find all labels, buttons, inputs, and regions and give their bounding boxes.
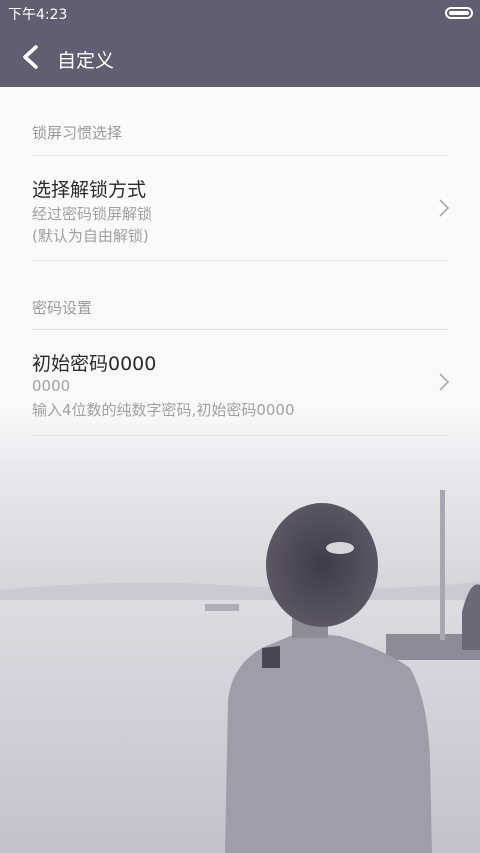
chevron-right-icon bbox=[439, 373, 450, 391]
settings-panel: 锁屏习惯选择 选择解锁方式 经过密码锁屏解锁 (默认为自由解锁) 密码设置 初始… bbox=[0, 87, 480, 467]
section-header-password: 密码设置 bbox=[32, 299, 93, 317]
status-bar: 下午4:23 bbox=[0, 0, 480, 26]
divider bbox=[32, 260, 448, 261]
unlock-method-title: 选择解锁方式 bbox=[32, 179, 147, 201]
unlock-method-default-note: (默认为自由解锁) bbox=[32, 227, 149, 245]
title-bar: 自定义 bbox=[0, 26, 480, 87]
unlock-method-subtitle: 经过密码锁屏解锁 bbox=[32, 205, 153, 223]
back-arrow-icon bbox=[23, 45, 38, 69]
divider bbox=[32, 435, 448, 436]
initial-password-title: 初始密码0000 bbox=[32, 353, 157, 375]
section-header-lock-habit: 锁屏习惯选择 bbox=[32, 124, 123, 142]
initial-password-hint: 输入4位数的纯数字密码,初始密码0000 bbox=[32, 401, 295, 419]
battery-icon bbox=[445, 7, 473, 19]
unlock-method-item[interactable]: 选择解锁方式 经过密码锁屏解锁 (默认为自由解锁) bbox=[0, 156, 480, 260]
back-button[interactable] bbox=[14, 40, 48, 74]
chevron-right-icon bbox=[439, 199, 450, 217]
initial-password-value: 0000 bbox=[32, 377, 71, 395]
page-title: 自定义 bbox=[57, 50, 115, 72]
status-time: 下午4:23 bbox=[8, 7, 68, 23]
initial-password-item[interactable]: 初始密码0000 0000 输入4位数的纯数字密码,初始密码0000 bbox=[0, 330, 480, 434]
